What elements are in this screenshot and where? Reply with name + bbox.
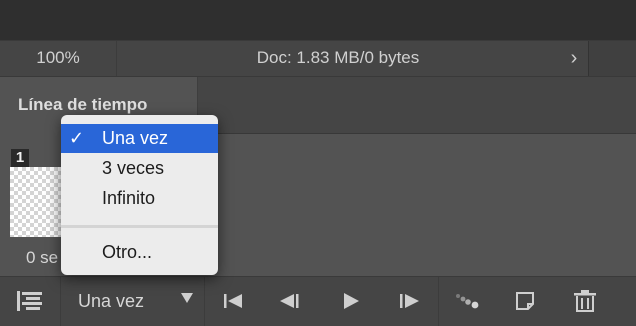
document-info[interactable]: Doc: 1.83 MB/0 bytes xyxy=(118,41,558,76)
animation-frame[interactable]: 1 xyxy=(10,149,68,239)
status-bar-corner xyxy=(588,41,636,76)
menu-separator xyxy=(61,225,218,228)
tween-icon xyxy=(456,294,479,309)
next-frame-button[interactable] xyxy=(387,277,431,326)
zoom-level[interactable]: 100% xyxy=(0,41,117,76)
loop-options-menu: ✓ Una vez 3 veces Infinito Otro... xyxy=(61,115,218,275)
duplicate-frame-button[interactable] xyxy=(504,277,548,326)
loop-options-select[interactable]: Una vez xyxy=(60,277,205,326)
frame-number: 1 xyxy=(11,149,29,167)
trash-icon xyxy=(574,290,596,312)
menu-item-forever[interactable]: Infinito xyxy=(61,184,218,213)
menu-item-label: Infinito xyxy=(102,188,156,208)
tween-button[interactable] xyxy=(446,277,490,326)
frame-delay[interactable]: 0 se xyxy=(26,248,58,268)
play-button[interactable] xyxy=(329,277,373,326)
dropdown-arrow-icon xyxy=(181,293,193,303)
first-frame-icon xyxy=(224,294,242,308)
previous-frame-icon xyxy=(280,294,299,308)
menu-item-other[interactable]: Otro... xyxy=(61,238,218,267)
menu-item-three-times[interactable]: 3 veces xyxy=(61,154,218,183)
next-frame-icon xyxy=(400,294,419,308)
toolbar-divider xyxy=(438,277,439,326)
timeline-convert-icon xyxy=(17,291,42,311)
play-icon xyxy=(344,293,359,309)
frame-thumbnail[interactable] xyxy=(10,167,68,237)
app-top-bar xyxy=(0,0,636,40)
status-bar: 100% Doc: 1.83 MB/0 bytes › xyxy=(0,40,636,76)
timeline-toolbar: Una vez xyxy=(0,276,636,326)
menu-item-label: 3 veces xyxy=(102,158,165,178)
checkmark-icon: ✓ xyxy=(69,128,85,148)
tab-timeline-label: Línea de tiempo xyxy=(18,95,148,114)
chevron-right-icon[interactable]: › xyxy=(562,41,586,76)
delete-frame-button[interactable] xyxy=(563,277,607,326)
loop-select-value: Una vez xyxy=(78,291,145,311)
menu-item-once[interactable]: ✓ Una vez xyxy=(61,124,218,153)
menu-item-label: Una vez xyxy=(102,128,169,148)
previous-frame-button[interactable] xyxy=(270,277,314,326)
duplicate-frame-icon xyxy=(516,292,534,310)
menu-item-label: Otro... xyxy=(102,242,153,262)
convert-timeline-button[interactable] xyxy=(0,277,60,326)
first-frame-button[interactable] xyxy=(212,277,256,326)
